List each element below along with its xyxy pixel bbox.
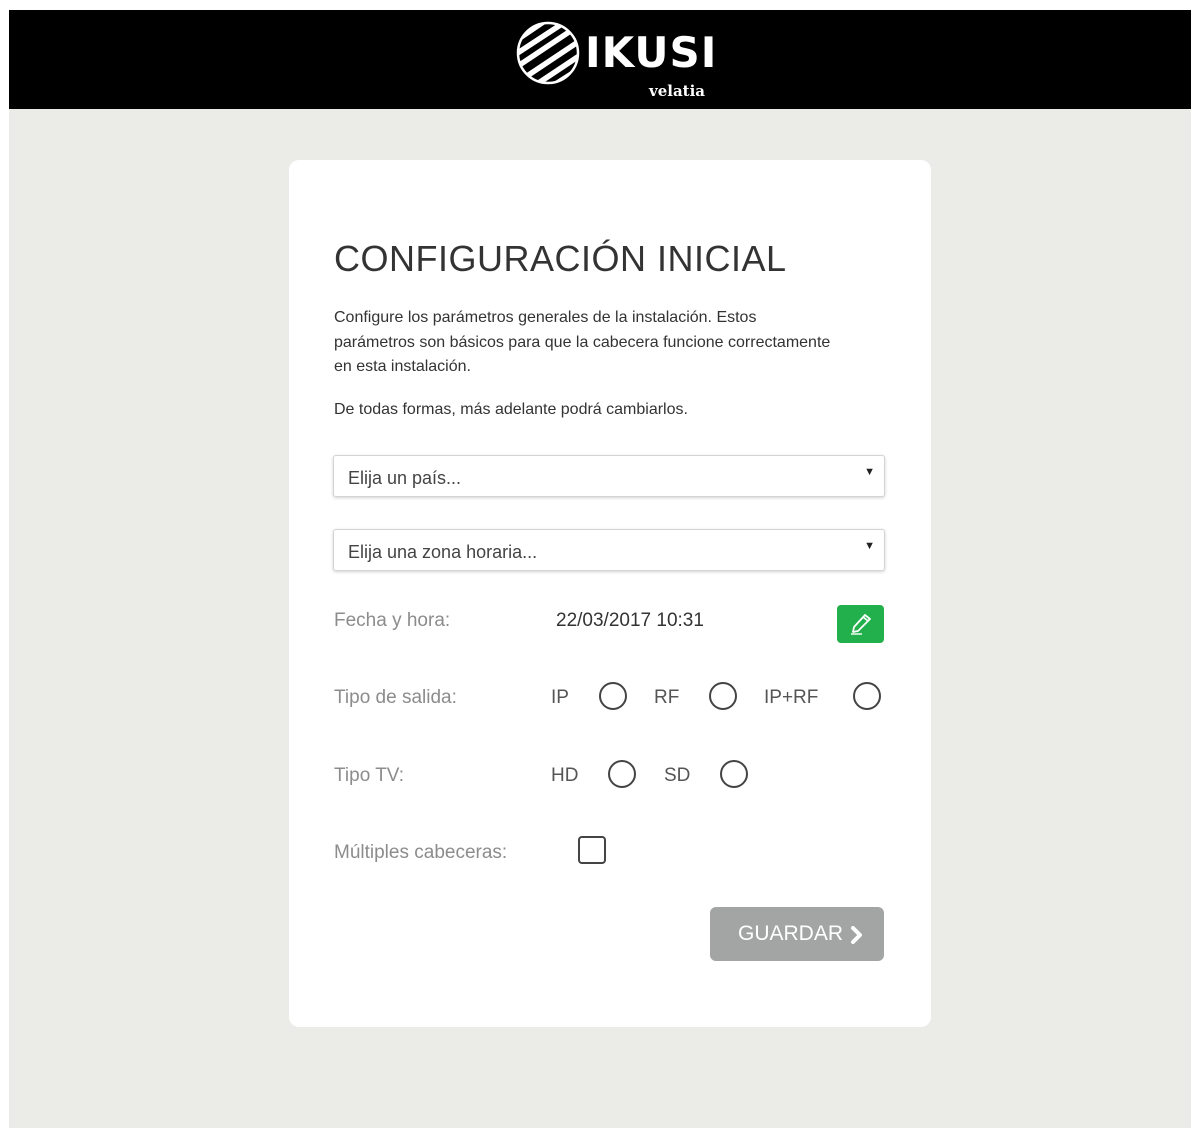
datetime-value: 22/03/2017 10:31	[556, 610, 704, 631]
chevron-right-icon	[851, 926, 862, 944]
logo-wordmark: IKUSI	[585, 28, 718, 77]
tv-option-sd-label: SD	[664, 765, 691, 786]
multiple-headends-checkbox[interactable]	[578, 836, 606, 864]
edit-datetime-button[interactable]	[837, 605, 884, 643]
caret-down-icon: ▼	[864, 466, 875, 478]
country-select-placeholder: Elija un país...	[348, 468, 462, 488]
logo-globe-icon	[516, 21, 580, 85]
output-radio-iprf[interactable]	[853, 682, 881, 710]
logo-subtext: velatia	[649, 82, 706, 100]
multiple-headends-label: Múltiples cabeceras:	[334, 842, 508, 863]
save-button-label: GUARDAR	[738, 922, 844, 945]
page: IKUSI velatia CONFIGURACIÓN INICIAL Conf…	[9, 10, 1191, 1128]
initial-config-card: CONFIGURACIÓN INICIAL Configure los pará…	[289, 160, 931, 1027]
ikusi-logo: IKUSI velatia	[515, 20, 718, 104]
tv-radio-sd[interactable]	[720, 760, 748, 788]
tv-type-label: Tipo TV:	[334, 765, 405, 786]
output-option-ip-label: IP	[551, 687, 569, 708]
caret-down-icon: ▼	[864, 540, 875, 552]
timezone-select[interactable]: Elija una zona horaria... ▼	[333, 529, 885, 571]
country-select[interactable]: Elija un país... ▼	[333, 455, 885, 497]
page-title: CONFIGURACIÓN INICIAL	[334, 238, 787, 279]
tv-option-hd-label: HD	[551, 765, 579, 786]
description-text: Configure los parámetros generales de la…	[334, 309, 831, 375]
timezone-select-placeholder: Elija una zona horaria...	[348, 542, 538, 562]
output-option-iprf-label: IP+RF	[764, 687, 819, 708]
description-note: De todas formas, más adelante podrá camb…	[334, 401, 688, 418]
output-radio-rf[interactable]	[709, 682, 737, 710]
tv-radio-hd[interactable]	[608, 760, 636, 788]
pencil-icon	[851, 614, 871, 635]
output-radio-ip[interactable]	[599, 682, 627, 710]
output-option-rf-label: RF	[654, 687, 680, 708]
save-button[interactable]: GUARDAR	[710, 907, 884, 961]
output-type-label: Tipo de salida:	[334, 687, 457, 708]
header-bar: IKUSI velatia	[9, 10, 1191, 109]
datetime-label: Fecha y hora:	[334, 610, 451, 631]
